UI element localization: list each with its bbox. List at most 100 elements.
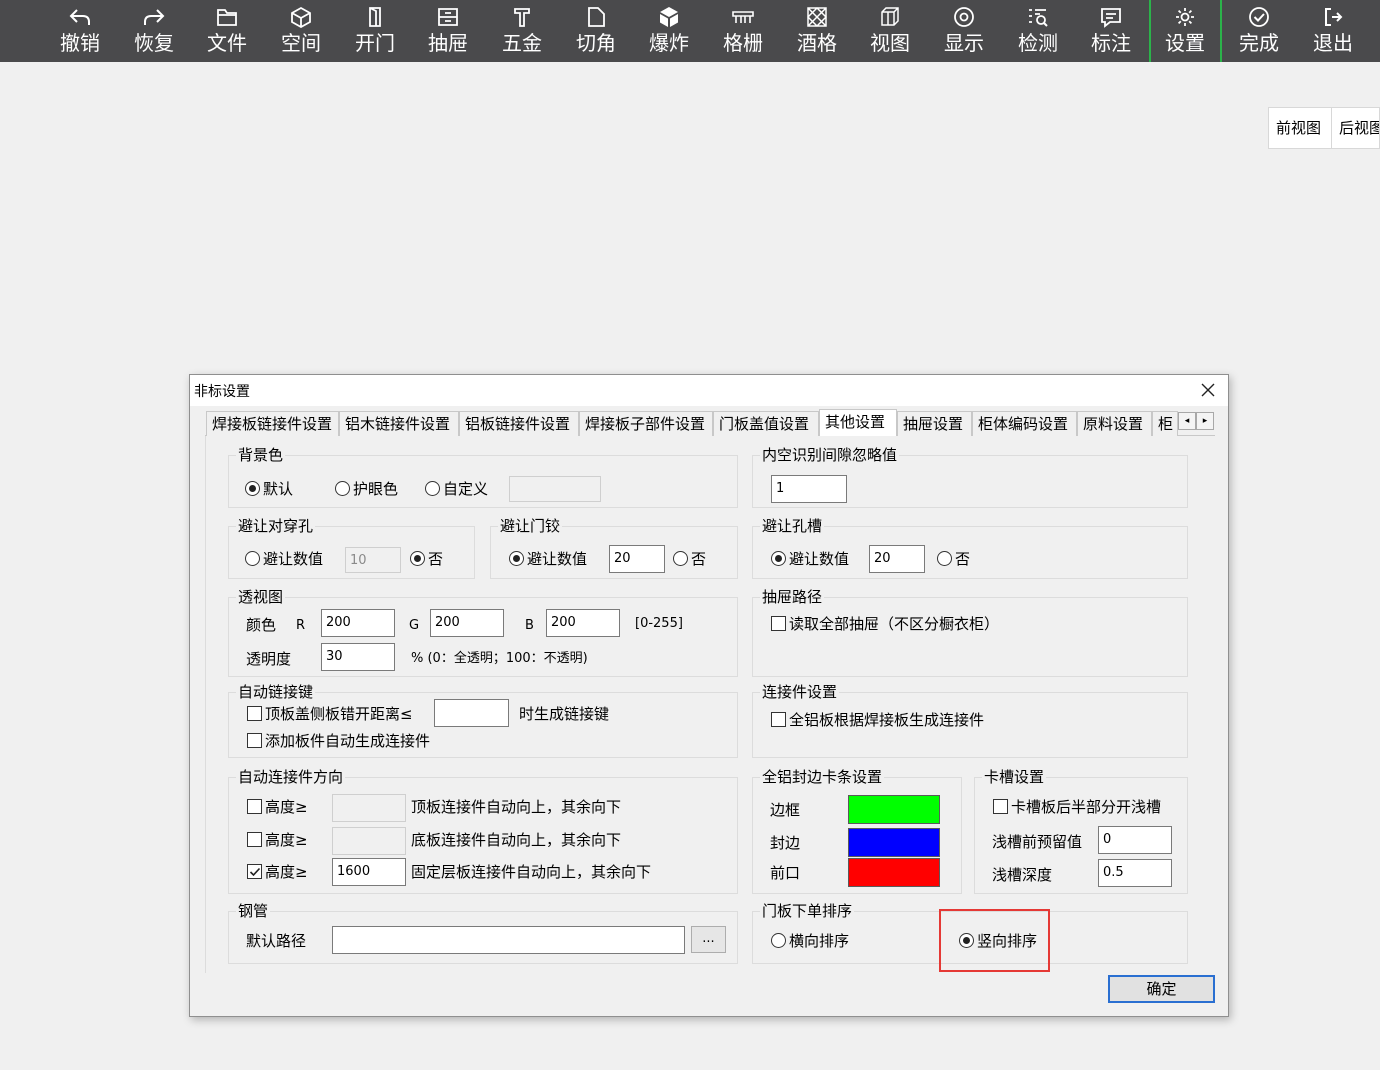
- height-row2-input[interactable]: [332, 827, 406, 855]
- tab-alu-board-link[interactable]: 铝板链接件设置: [459, 411, 579, 436]
- drawer-button[interactable]: 抽屉: [411, 0, 485, 62]
- settings-button[interactable]: 设置: [1148, 0, 1222, 62]
- auto-link-title: 自动链接键: [236, 682, 316, 702]
- height-row2-checkbox[interactable]: [247, 832, 262, 847]
- alu-board-connector-checkbox[interactable]: [771, 712, 786, 727]
- display-button[interactable]: 显示: [927, 0, 1001, 62]
- hinge-value-input[interactable]: 20: [609, 545, 665, 573]
- through-hole-no-radio[interactable]: [410, 551, 425, 566]
- tab-cabinet-partial[interactable]: 柜: [1152, 411, 1178, 436]
- corner-cut-button[interactable]: 切角: [559, 0, 633, 62]
- eye-icon: [954, 7, 974, 27]
- shallow-slot-checkbox[interactable]: [993, 799, 1008, 814]
- settings-tabs: 焊接板链接件设置 铝木链接件设置 铝板链接件设置 焊接板子部件设置 门板盖值设置…: [205, 409, 1215, 437]
- top-board-offset-input[interactable]: [434, 699, 509, 727]
- annotation-button[interactable]: 标注: [1074, 0, 1148, 62]
- through-hole-value-input[interactable]: 10: [345, 547, 401, 573]
- auto-link-group: 自动链接键 顶板盖侧板错开距离≤ 时生成链接键 添加板件自动生成连接件: [228, 682, 738, 758]
- shallow-slot-label: 卡槽板后半部分开浅槽: [1011, 798, 1162, 816]
- slot-reserve-input[interactable]: 0: [1098, 826, 1172, 854]
- alu-board-connector-label: 全铝板根据焊接板生成连接件: [789, 711, 985, 729]
- detect-button[interactable]: 检测: [1001, 0, 1075, 62]
- tab-weld-board-link[interactable]: 焊接板链接件设置: [206, 411, 339, 436]
- opacity-input[interactable]: 30: [321, 643, 395, 671]
- tab-cabinet-code[interactable]: 柜体编码设置: [972, 411, 1077, 436]
- close-icon[interactable]: [1198, 379, 1218, 401]
- annotation-icon: [1101, 8, 1121, 28]
- seal-color-swatch[interactable]: [848, 828, 940, 857]
- horizontal-sort-radio[interactable]: [771, 933, 786, 948]
- undo-button[interactable]: 撤销: [43, 0, 117, 62]
- front-view-button[interactable]: 前视图: [1268, 107, 1332, 149]
- perspective-group: 透视图 颜色 R 200 G 200 B 200 [0-255] 透明度 30 …: [228, 587, 738, 677]
- height-row3-checkbox[interactable]: [247, 864, 262, 879]
- default-path-label: 默认路径: [246, 932, 307, 950]
- tab-material[interactable]: 原料设置: [1077, 411, 1152, 436]
- wine-rack-button[interactable]: 酒格: [780, 0, 854, 62]
- connector-settings-title: 连接件设置: [760, 682, 840, 702]
- frame-color-swatch[interactable]: [848, 795, 940, 824]
- background-eye-care-radio[interactable]: [335, 481, 350, 496]
- drawer-label: 抽屉: [428, 31, 468, 55]
- finish-label: 完成: [1239, 31, 1279, 55]
- ok-button[interactable]: 确定: [1108, 975, 1215, 1003]
- slot-no-radio[interactable]: [937, 551, 952, 566]
- front-color-swatch[interactable]: [848, 858, 940, 887]
- drawer-path-group: 抽屉路径 读取全部抽屉（不区分橱衣柜）: [752, 587, 1188, 677]
- annotation-label: 标注: [1091, 31, 1131, 55]
- undo-icon: [69, 9, 90, 25]
- height-row1-input[interactable]: [332, 794, 406, 822]
- top-board-offset-checkbox[interactable]: [247, 706, 262, 721]
- view-icon: [881, 7, 899, 26]
- hardware-button[interactable]: 五金: [485, 0, 559, 62]
- r-input[interactable]: 200: [321, 609, 395, 637]
- explode-label: 爆炸: [649, 31, 689, 55]
- through-hole-value-radio[interactable]: [245, 551, 260, 566]
- display-label: 显示: [944, 31, 984, 55]
- tab-door-cover[interactable]: 门板盖值设置: [713, 411, 819, 436]
- custom-color-field[interactable]: [509, 476, 601, 502]
- slot-value-radio[interactable]: [771, 551, 786, 566]
- horizontal-sort-label: 横向排序: [789, 932, 850, 950]
- slot-value-input[interactable]: 20: [869, 545, 925, 573]
- view-button[interactable]: 视图: [853, 0, 927, 62]
- tab-scroll-right[interactable]: ▸: [1196, 412, 1214, 430]
- redo-button[interactable]: 恢复: [117, 0, 191, 62]
- read-all-drawers-checkbox[interactable]: [771, 616, 786, 631]
- explode-button[interactable]: 爆炸: [632, 0, 706, 62]
- slot-settings-title: 卡槽设置: [982, 767, 1047, 787]
- gap-ignore-input[interactable]: 1: [771, 475, 847, 503]
- exit-button[interactable]: 退出: [1296, 0, 1370, 62]
- finish-button[interactable]: 完成: [1222, 0, 1296, 62]
- hinge-no-radio[interactable]: [673, 551, 688, 566]
- space-button[interactable]: 空间: [264, 0, 338, 62]
- height-row3-input[interactable]: 1600: [332, 858, 406, 886]
- avoid-hinge-group: 避让门铰 避让数值 20 否: [490, 516, 738, 579]
- default-path-input[interactable]: [332, 926, 685, 954]
- background-custom-radio[interactable]: [425, 481, 440, 496]
- file-button[interactable]: 文件: [190, 0, 264, 62]
- seal-color-label: 封边: [770, 834, 801, 852]
- tab-other-settings[interactable]: 其他设置: [819, 409, 897, 437]
- auto-connector-checkbox[interactable]: [247, 733, 262, 748]
- b-input[interactable]: 200: [546, 609, 620, 637]
- slot-settings-group: 卡槽设置 卡槽板后半部分开浅槽 浅槽前预留值 0 浅槽深度 0.5: [974, 767, 1188, 894]
- slot-depth-input[interactable]: 0.5: [1098, 859, 1172, 887]
- grille-button[interactable]: 格栅: [706, 0, 780, 62]
- height-row1-checkbox[interactable]: [247, 799, 262, 814]
- tab-weld-subpart[interactable]: 焊接板子部件设置: [579, 411, 713, 436]
- background-default-radio[interactable]: [245, 481, 260, 496]
- open-door-button[interactable]: 开门: [338, 0, 412, 62]
- hinge-value-radio[interactable]: [509, 551, 524, 566]
- check-circle-icon: [1249, 7, 1269, 27]
- tab-drawer-settings[interactable]: 抽屉设置: [897, 411, 972, 436]
- tab-alu-wood-link[interactable]: 铝木链接件设置: [339, 411, 459, 436]
- tab-scroll-left[interactable]: ◂: [1178, 412, 1196, 430]
- background-eye-care-label: 护眼色: [353, 480, 399, 498]
- g-input[interactable]: 200: [430, 609, 504, 637]
- background-color-group: 背景色 默认 护眼色 自定义: [228, 445, 738, 508]
- back-view-button[interactable]: 后视图: [1331, 107, 1380, 149]
- browse-button[interactable]: ...: [691, 926, 726, 953]
- height-row3-desc: 固定层板连接件自动向上，其余向下: [411, 863, 652, 881]
- slot-no-label: 否: [955, 550, 971, 568]
